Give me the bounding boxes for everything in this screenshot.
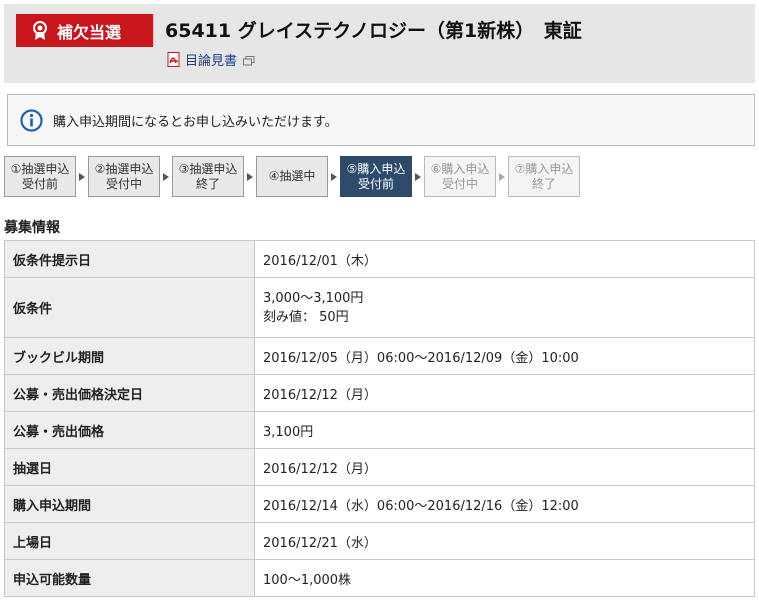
step-arrow-icon [244,156,256,197]
row-value: 2016/12/21（水） [254,522,755,560]
step-arrow-icon [76,156,88,197]
row-label: 購入申込期間 [4,485,255,523]
step-7: ⑦購入申込 終了 [508,156,580,197]
step-arrow-icon [412,156,424,197]
table-row: 購入申込期間 2016/12/14（水）06:00～2016/12/16（金）1… [4,485,755,523]
row-label: 公募・売出価格決定日 [4,374,255,412]
prospectus-link-label[interactable]: 目論見書 [185,50,237,69]
info-icon [20,108,43,132]
header-panel: 補欠当選 65411 グレイステクノロジー（第1新株） 東証 目論見書 [4,4,755,83]
table-row: 上場日 2016/12/21（水） [4,522,755,560]
step-4: ④抽選中 [256,156,328,197]
step-1: ①抽選申込 受付前 [4,156,76,197]
step-3: ③抽選申込 終了 [172,156,244,197]
page-title: 65411 グレイステクノロジー（第1新株） 東証 [165,20,582,42]
step-arrow-icon [328,156,340,197]
row-value: 100～1,000株 [254,559,755,597]
table-row: 仮条件 3,000～3,100円 刻み値： 50円 [4,277,755,338]
table-row: 申込可能数量 100～1,000株 [4,559,755,597]
table-row: 公募・売出価格決定日 2016/12/12（月） [4,374,755,412]
prospectus-link[interactable]: 目論見書 [167,50,255,69]
external-window-icon [243,55,255,65]
step-arrow-icon [160,156,172,197]
row-value: 2016/12/01（木） [254,240,755,278]
price-increment: 刻み値： 50円 [263,309,349,325]
row-label: 公募・売出価格 [4,411,255,449]
table-row: ブックビル期間 2016/12/05（月）06:00～2016/12/09（金）… [4,337,755,375]
step-6: ⑥購入申込 受付中 [424,156,496,197]
step-arrow-icon [496,156,508,197]
row-value: 3,100円 [254,411,755,449]
row-value: 2016/12/12（月） [254,374,755,412]
award-ribbon-icon [32,20,48,41]
offering-info-table: 仮条件提示日 2016/12/01（木） 仮条件 3,000～3,100円 刻み… [4,240,755,597]
status-badge: 補欠当選 [16,14,153,47]
row-value: 2016/12/14（水）06:00～2016/12/16（金）12:00 [254,485,755,523]
step-2: ②抽選申込 受付中 [88,156,160,197]
table-row: 抽選日 2016/12/12（月） [4,448,755,486]
row-label: 抽選日 [4,448,255,486]
row-label: 申込可能数量 [4,559,255,597]
row-label: ブックビル期間 [4,337,255,375]
progress-steps: ①抽選申込 受付前 ②抽選申込 受付中 ③抽選申込 終了 ④抽選中 ⑤購入申込 受付前 … [4,156,580,197]
pdf-icon [167,52,181,67]
row-label: 仮条件 [4,277,255,338]
row-label: 仮条件提示日 [4,240,255,278]
section-title: 募集情報 [4,220,60,236]
table-row: 仮条件提示日 2016/12/01（木） [4,240,755,278]
step-5-current: ⑤購入申込 受付前 [340,156,412,197]
row-value: 2016/12/05（月）06:00～2016/12/09（金）10:00 [254,337,755,375]
status-badge-label: 補欠当選 [57,22,122,42]
row-label: 上場日 [4,522,255,560]
price-range: 3,000～3,100円 [263,290,364,306]
notice-box: 購入申込期間になるとお申し込みいただけます。 [7,94,755,146]
notice-text: 購入申込期間になるとお申し込みいただけます。 [53,114,338,130]
row-value: 2016/12/12（月） [254,448,755,486]
table-row: 公募・売出価格 3,100円 [4,411,755,449]
row-value: 3,000～3,100円 刻み値： 50円 [254,277,755,338]
